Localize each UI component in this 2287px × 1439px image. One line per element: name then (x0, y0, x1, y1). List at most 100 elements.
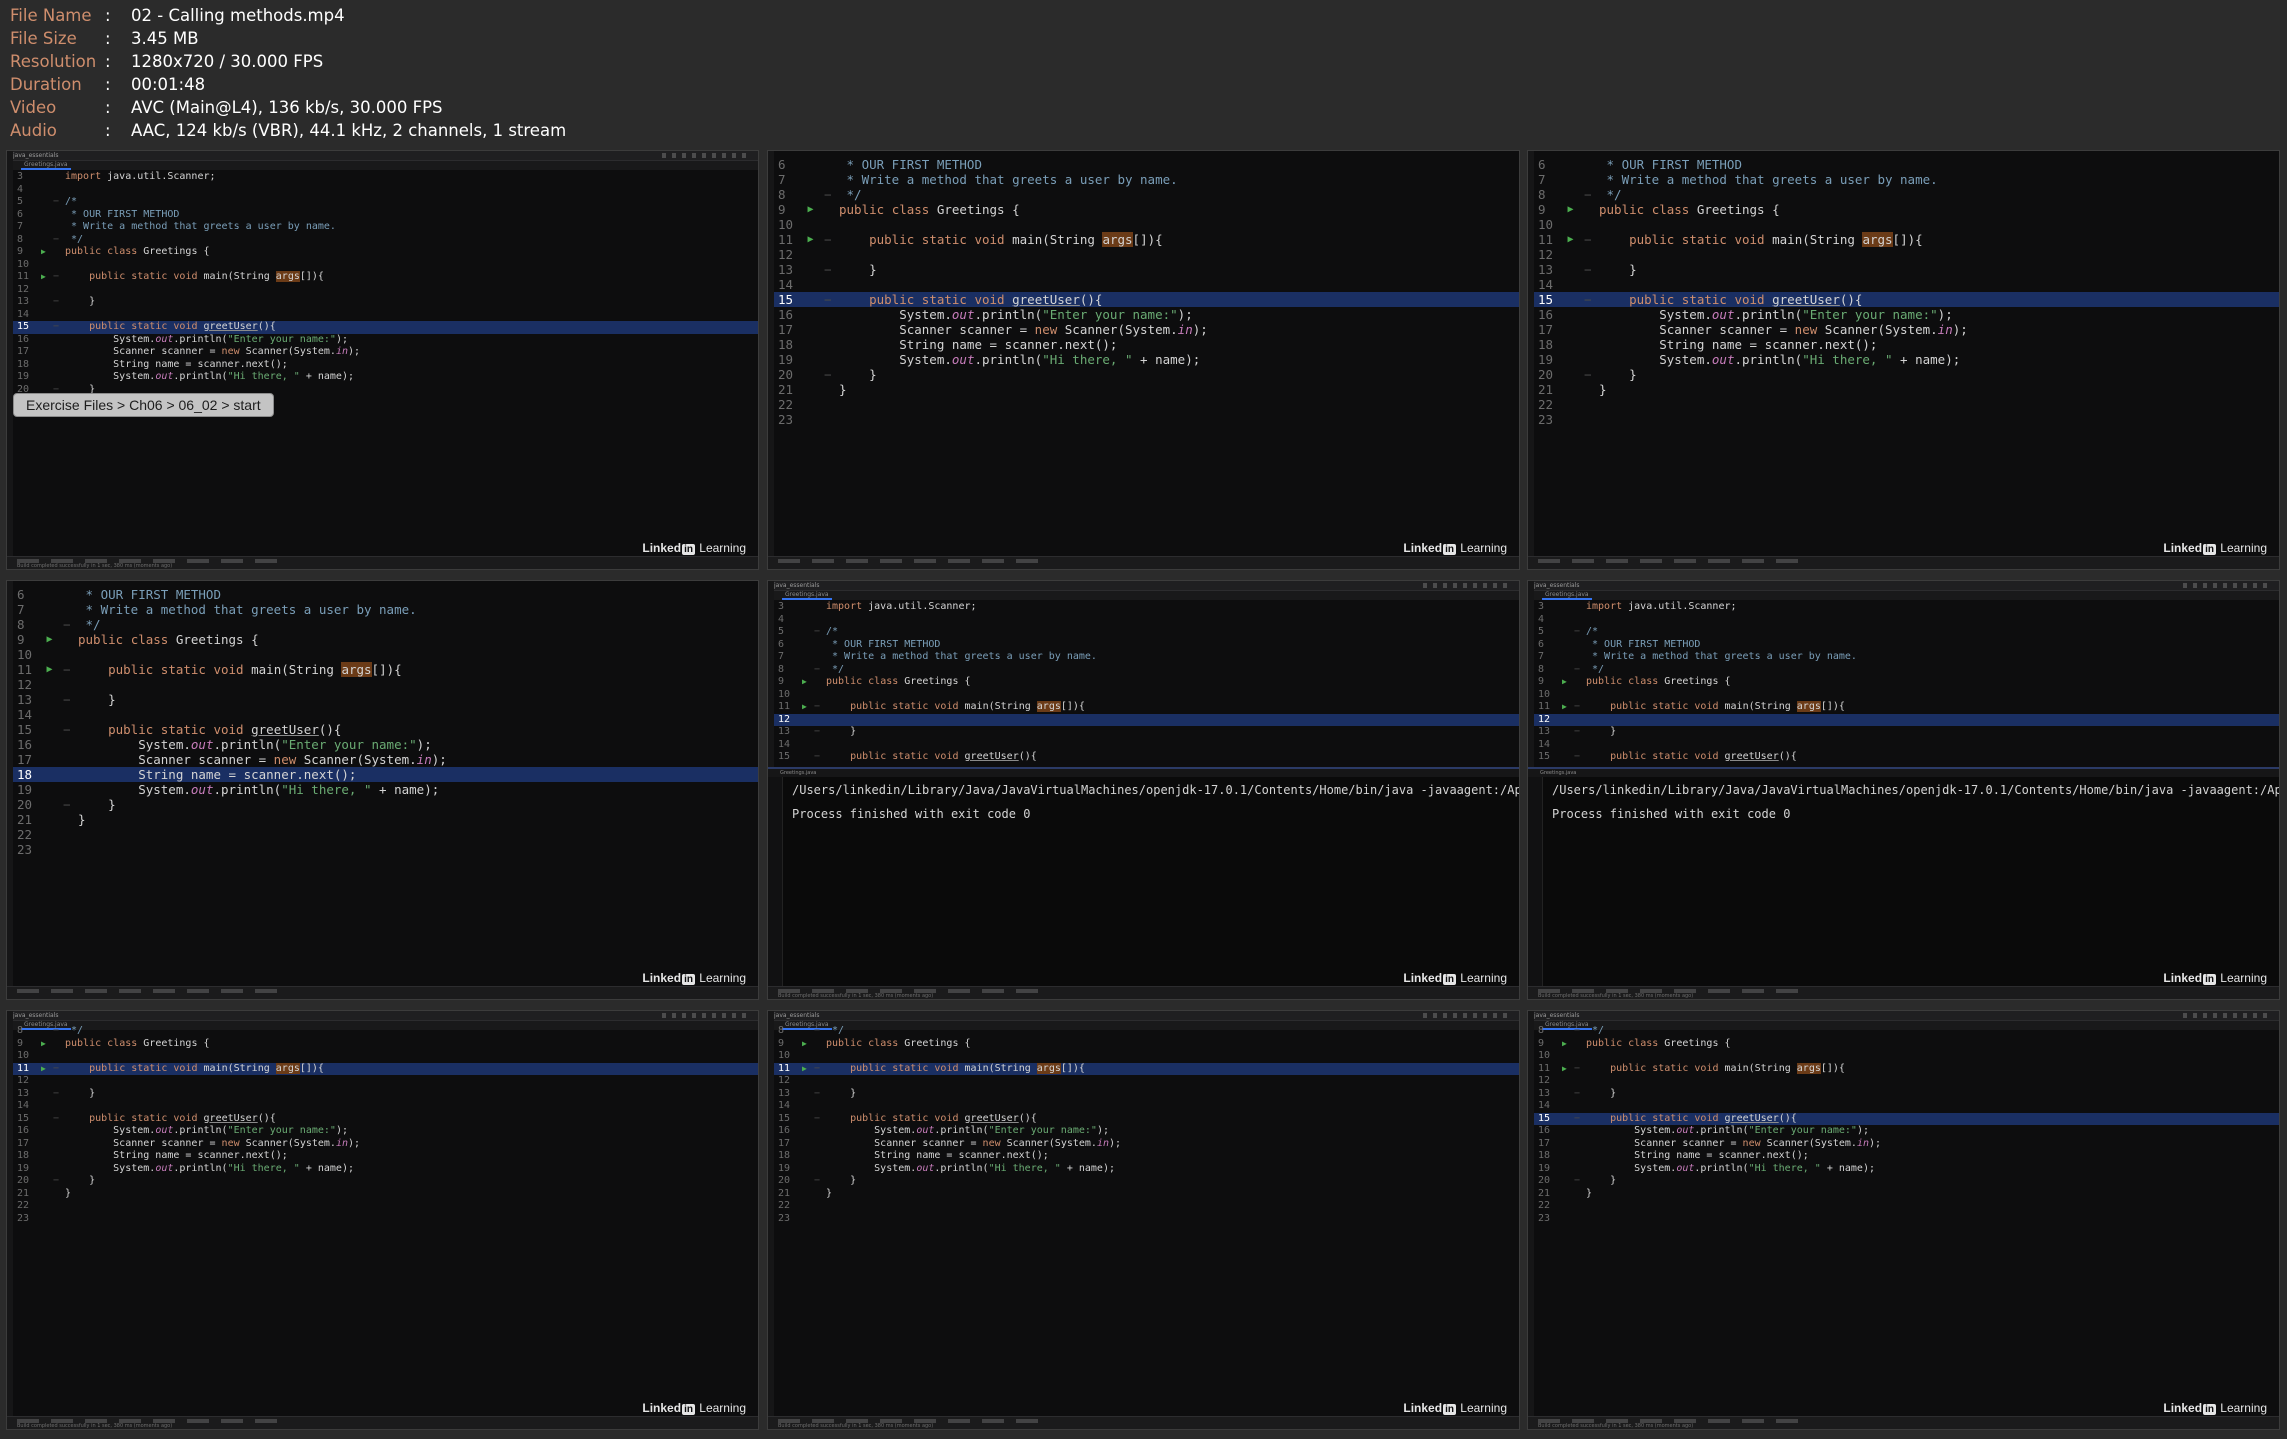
fold-icon[interactable]: − (814, 726, 820, 739)
run-gutter-icon[interactable]: ▶ (1562, 1063, 1567, 1076)
run-gutter-icon[interactable]: ▶ (802, 1063, 807, 1076)
code-line: 6 * OUR FIRST METHOD (774, 639, 1519, 652)
run-gutter-icon[interactable]: ▶ (1568, 202, 1574, 217)
code-line: 22 (774, 1200, 1519, 1213)
code-editor[interactable]: 8− */9 ▶ public class Greetings {10 11 ▶ − pu… (774, 1025, 1519, 1225)
fold-icon[interactable]: − (824, 232, 832, 247)
fold-icon[interactable]: − (53, 321, 59, 334)
code-editor[interactable]: 8− */9 ▶ public class Greetings {10 11 ▶ − pu… (13, 1025, 758, 1225)
fold-icon[interactable]: − (1584, 292, 1592, 307)
run-gutter-icon[interactable]: ▶ (1562, 1038, 1567, 1051)
fold-icon[interactable]: − (53, 234, 59, 247)
run-gutter-icon[interactable]: ▶ (1562, 676, 1567, 689)
fold-icon[interactable]: − (63, 722, 71, 737)
run-gutter-icon[interactable]: ▶ (41, 271, 46, 284)
fold-icon[interactable]: − (53, 271, 59, 284)
fold-icon[interactable]: − (53, 196, 59, 209)
code-editor[interactable]: 3 import java.util.Scanner; 4 5−/* 6 * OUR F… (774, 601, 1519, 764)
code-editor[interactable]: 3 import java.util.Scanner; 4 5−/* 6 * OUR F… (1534, 601, 2279, 764)
fold-icon[interactable]: − (824, 187, 832, 202)
fold-icon[interactable]: − (1574, 1025, 1580, 1038)
fold-icon[interactable]: − (1584, 232, 1592, 247)
code-editor[interactable]: 3 import java.util.Scanner; 4 5−/* 6 * OUR F… (13, 171, 758, 396)
code-editor[interactable]: 6 * OUR FIRST METHOD 7 * Write a method t… (1534, 157, 2279, 427)
fold-icon[interactable]: − (814, 701, 820, 714)
fold-icon[interactable]: − (814, 1113, 820, 1126)
code-editor[interactable]: 6 * OUR FIRST METHOD 7 * Write a method t… (13, 587, 758, 857)
run-tab-label[interactable]: Greetings.java (780, 769, 816, 777)
line-number: 7 (778, 172, 786, 187)
run-gutter-icon[interactable]: ▶ (1562, 701, 1567, 714)
line-number: 7 (17, 602, 25, 617)
run-gutter-icon[interactable]: ▶ (41, 246, 46, 259)
run-gutter-icon[interactable]: ▶ (1568, 232, 1574, 247)
code-line: 18 String name = scanner.next(); (13, 1150, 758, 1163)
run-console[interactable]: Greetings.java/Users/linkedin/Library/Ja… (1528, 767, 2279, 989)
tool-window-buttons (778, 559, 1038, 563)
fold-icon[interactable]: − (814, 1025, 820, 1038)
fold-icon[interactable]: − (63, 662, 71, 677)
fold-icon[interactable]: − (1584, 367, 1592, 382)
code-editor[interactable]: 8− */9 ▶ public class Greetings {10 11 ▶ − pu… (1534, 1025, 2279, 1225)
fold-icon[interactable]: − (53, 1063, 59, 1076)
run-gutter-icon[interactable]: ▶ (41, 1038, 46, 1051)
fold-icon[interactable]: − (824, 292, 832, 307)
line-number: 16 (17, 1125, 30, 1136)
tab-greetings-java[interactable]: Greetings.java (21, 161, 71, 170)
code-editor[interactable]: 6 * OUR FIRST METHOD 7 * Write a method t… (774, 157, 1519, 427)
fold-icon[interactable]: − (814, 626, 820, 639)
code-text: } (1586, 1087, 1617, 1099)
fold-icon[interactable]: − (824, 367, 832, 382)
fold-icon[interactable]: − (814, 1063, 820, 1076)
fold-icon[interactable]: − (824, 262, 832, 277)
ide-thumbnail: java_essentials Greetings.java 3 import jav… (1527, 580, 2280, 1000)
fold-icon[interactable]: − (1574, 1175, 1580, 1188)
run-gutter-icon[interactable]: ▶ (808, 202, 814, 217)
run-gutter-icon[interactable]: ▶ (802, 1038, 807, 1051)
fold-icon[interactable]: − (63, 797, 71, 812)
fold-icon[interactable]: − (1574, 626, 1580, 639)
line-number: 13 (17, 692, 33, 707)
fold-icon[interactable]: − (1574, 701, 1580, 714)
fold-icon[interactable]: − (1574, 1063, 1580, 1076)
fold-icon[interactable]: − (1584, 262, 1592, 277)
line-number: 15 (17, 1112, 30, 1124)
line-number: 17 (17, 1137, 30, 1149)
fold-icon[interactable]: − (1574, 1088, 1580, 1101)
run-gutter-icon[interactable]: ▶ (802, 676, 807, 689)
code-line: 7 * Write a method that greets a user by… (13, 602, 758, 617)
fold-icon[interactable]: − (63, 692, 71, 707)
file-info-key: File Name (10, 6, 92, 25)
fold-icon[interactable]: − (814, 1088, 820, 1101)
fold-icon[interactable]: − (1574, 1113, 1580, 1126)
fold-icon[interactable]: − (53, 1025, 59, 1038)
fold-icon[interactable]: − (814, 664, 820, 677)
fold-icon[interactable]: − (1584, 187, 1592, 202)
code-text: public static void greetUser(){ (1610, 1112, 1797, 1124)
ide-status-bar (7, 986, 758, 999)
fold-icon[interactable]: − (1574, 726, 1580, 739)
fold-icon[interactable]: − (53, 1088, 59, 1101)
run-tab-label[interactable]: Greetings.java (1540, 769, 1576, 777)
run-gutter-icon[interactable]: ▶ (808, 232, 814, 247)
run-console[interactable]: Greetings.java/Users/linkedin/Library/Ja… (768, 767, 1519, 989)
fold-icon[interactable]: − (63, 617, 71, 632)
run-gutter-icon[interactable]: ▶ (41, 1063, 46, 1076)
fold-icon[interactable]: − (53, 1175, 59, 1188)
fold-icon[interactable]: − (814, 751, 820, 764)
fold-icon[interactable]: − (1574, 664, 1580, 677)
code-text: Scanner scanner = new Scanner(System.in)… (839, 322, 1208, 337)
run-gutter-icon[interactable]: ▶ (47, 632, 53, 647)
fold-icon[interactable]: − (1574, 751, 1580, 764)
line-number: 11 (1538, 232, 1554, 247)
tab-greetings-java[interactable]: Greetings.java (782, 591, 832, 600)
run-gutter-icon[interactable]: ▶ (47, 662, 53, 677)
code-line: 13 − } (13, 296, 758, 309)
fold-icon[interactable]: − (53, 296, 59, 309)
run-gutter-icon[interactable]: ▶ (802, 701, 807, 714)
code-text: public static void greetUser(){ (89, 1112, 276, 1124)
tab-greetings-java[interactable]: Greetings.java (1542, 591, 1592, 600)
fold-icon[interactable]: − (814, 1175, 820, 1188)
line-number: 12 (778, 1075, 791, 1086)
fold-icon[interactable]: − (53, 1113, 59, 1126)
